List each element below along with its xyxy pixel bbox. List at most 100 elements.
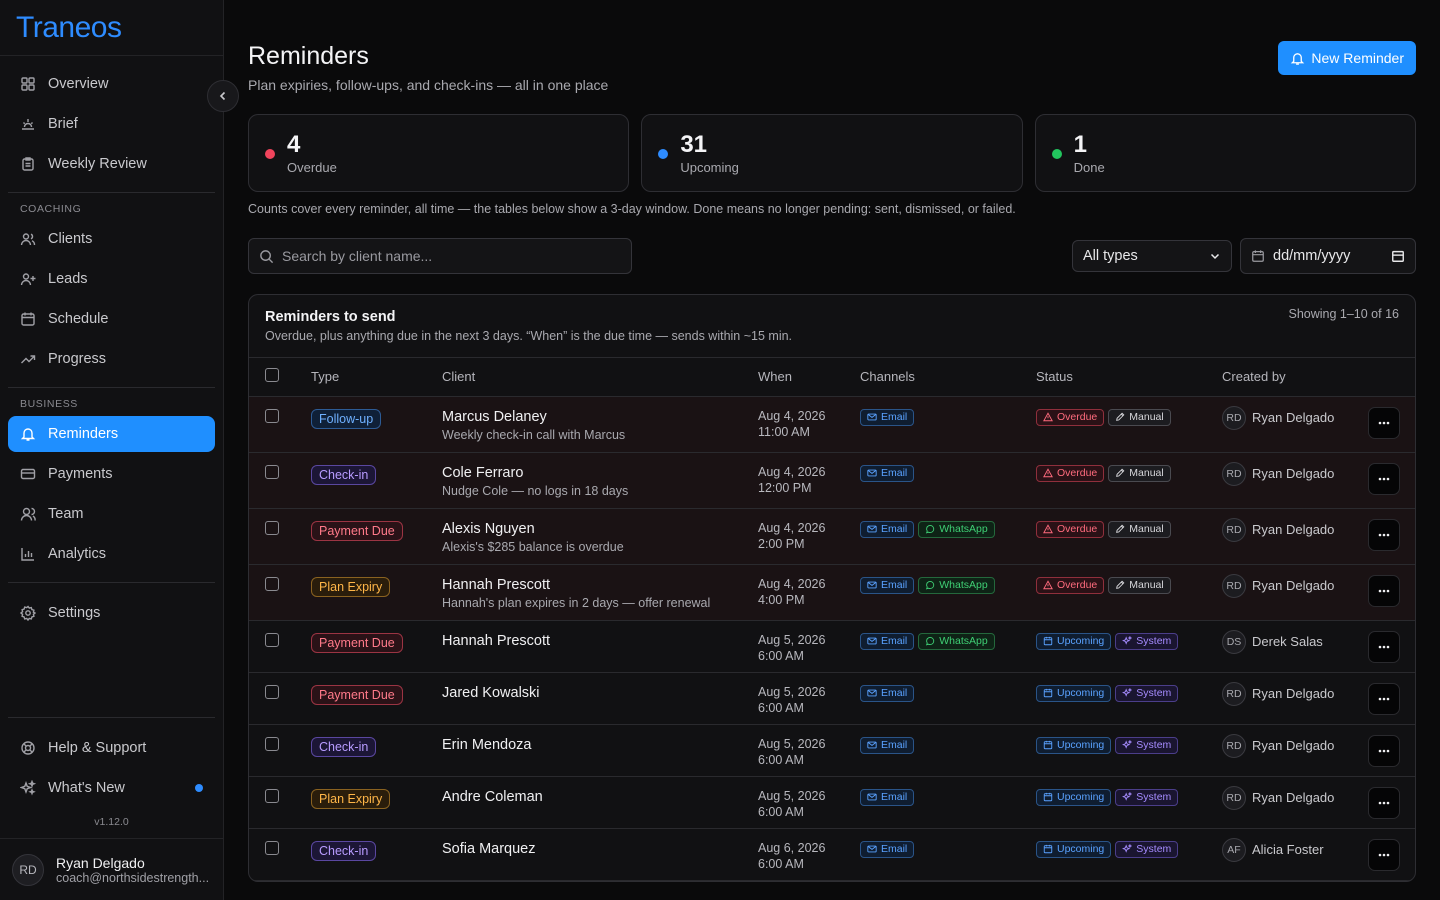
due-date: Aug 4, 2026 <box>758 464 826 479</box>
client-name[interactable]: Andre Coleman <box>442 789 758 805</box>
status-badge: Upcoming <box>1036 840 1112 858</box>
row-checkbox[interactable] <box>265 788 279 803</box>
sidebar-item-analytics[interactable]: Analytics <box>8 536 215 572</box>
row-actions-button[interactable] <box>1368 574 1400 607</box>
client-name[interactable]: Hannah Prescott <box>442 577 758 593</box>
sidebar-item-brief[interactable]: Brief <box>8 106 215 142</box>
channel-chip: Email <box>860 632 915 650</box>
user-profile[interactable]: RD Ryan Delgado coach@northsidestrength.… <box>0 838 223 900</box>
origin-badge: System <box>1115 684 1179 702</box>
mail-icon <box>867 741 877 749</box>
column-header-type[interactable]: Type <box>311 358 442 397</box>
row-actions-button[interactable] <box>1368 462 1400 495</box>
due-time: 6:00 AM <box>758 856 804 871</box>
sidebar-item-help[interactable]: Help & Support <box>8 730 215 766</box>
column-header-created-by[interactable]: Created by <box>1222 358 1368 397</box>
row-checkbox[interactable] <box>265 576 279 591</box>
calendar-clock-icon <box>1043 636 1053 646</box>
sidebar-item-label: Help & Support <box>48 740 147 756</box>
sparkles-icon <box>20 780 36 796</box>
column-header-status[interactable]: Status <box>1036 358 1222 397</box>
table-row[interactable]: Check-in Sofia Marquez Aug 6, 2026 6:00 A… <box>249 828 1415 881</box>
due-time: 6:00 AM <box>758 752 804 767</box>
date-picker-icon[interactable] <box>1391 249 1405 263</box>
row-actions-button[interactable] <box>1368 734 1400 767</box>
pencil-icon <box>1116 524 1125 533</box>
creator-name: Ryan Delgado <box>1252 522 1335 537</box>
table-row[interactable]: Payment Due Hannah Prescott Aug 5, 2026 6… <box>249 620 1415 673</box>
table-row[interactable]: Plan Expiry Andre Coleman Aug 5, 2026 6:0… <box>249 776 1415 829</box>
mail-icon <box>867 581 877 589</box>
avatar: RD <box>1222 733 1246 758</box>
brand-logo[interactable]: Traneos <box>0 0 223 56</box>
row-checkbox[interactable] <box>265 520 279 535</box>
more-horizontal-icon <box>1378 645 1390 648</box>
row-actions-button[interactable] <box>1368 838 1400 871</box>
stat-card-overdue[interactable]: 4 Overdue <box>248 114 630 192</box>
due-time: 11:00 AM <box>758 424 810 439</box>
column-header-client[interactable]: Client <box>442 358 758 397</box>
table-row[interactable]: Payment Due Jared Kowalski Aug 5, 2026 6:… <box>249 672 1415 725</box>
client-name[interactable]: Marcus Delaney <box>442 409 758 425</box>
new-reminder-button[interactable]: New Reminder <box>1278 41 1416 75</box>
row-actions-button[interactable] <box>1368 406 1400 439</box>
table-row[interactable]: Plan Expiry Hannah Prescott Hannah's plan… <box>249 564 1415 621</box>
sidebar-item-clients[interactable]: Clients <box>8 221 215 257</box>
row-checkbox[interactable] <box>265 684 279 699</box>
client-name[interactable]: Sofia Marquez <box>442 841 758 857</box>
mail-icon <box>867 525 877 533</box>
sidebar-item-payments[interactable]: Payments <box>8 456 215 492</box>
due-time: 6:00 AM <box>758 648 804 663</box>
table-row[interactable]: Follow-up Marcus Delaney Weekly check-in … <box>249 396 1415 453</box>
sidebar-item-leads[interactable]: Leads <box>8 261 215 297</box>
table-row[interactable]: Check-in Cole Ferraro Nudge Cole — no log… <box>249 452 1415 509</box>
row-checkbox[interactable] <box>265 632 279 647</box>
sidebar-item-overview[interactable]: Overview <box>8 66 215 102</box>
client-name[interactable]: Cole Ferraro <box>442 465 758 481</box>
due-time: 12:00 PM <box>758 480 812 495</box>
stat-card-done[interactable]: 1 Done <box>1034 114 1416 192</box>
sidebar-item-settings[interactable]: Settings <box>8 595 215 631</box>
status-badge: Overdue <box>1036 520 1105 538</box>
table-row[interactable]: Check-in Erin Mendoza Aug 5, 2026 6:00 AM… <box>249 724 1415 777</box>
search-input[interactable]: Search by client name... <box>248 238 632 274</box>
date-filter-input[interactable]: dd/mm/yyyy <box>1240 238 1416 274</box>
sidebar-item-reminders[interactable]: Reminders <box>8 416 215 452</box>
row-checkbox[interactable] <box>265 736 279 751</box>
reminder-note: Hannah's plan expires in 2 days — offer … <box>442 595 711 610</box>
sidebar-item-weekly-review[interactable]: Weekly Review <box>8 146 215 182</box>
row-actions-button[interactable] <box>1368 630 1400 663</box>
row-checkbox[interactable] <box>265 408 279 423</box>
row-checkbox[interactable] <box>265 840 279 855</box>
sidebar-item-label: Weekly Review <box>48 156 147 172</box>
sidebar-item-schedule[interactable]: Schedule <box>8 301 215 337</box>
sidebar-item-whats-new[interactable]: What's New <box>8 770 215 806</box>
type-badge: Follow-up <box>311 408 382 429</box>
row-checkbox[interactable] <box>265 464 279 479</box>
bell-icon <box>20 426 36 442</box>
client-name[interactable]: Jared Kowalski <box>442 685 758 701</box>
client-name[interactable]: Erin Mendoza <box>442 737 758 753</box>
row-actions-button[interactable] <box>1368 682 1400 715</box>
sidebar-item-label: Team <box>48 506 84 522</box>
sidebar-item-team[interactable]: Team <box>8 496 215 532</box>
more-horizontal-icon <box>1378 801 1390 804</box>
collapse-sidebar-button[interactable] <box>207 80 239 112</box>
main-content: Reminders Plan expiries, follow-ups, and… <box>224 0 1440 900</box>
nav-help: Help & Support What's New <box>0 718 223 812</box>
row-actions-button[interactable] <box>1368 786 1400 819</box>
origin-badge: System <box>1115 788 1179 806</box>
avatar: AF <box>1222 837 1246 862</box>
sidebar-item-progress[interactable]: Progress <box>8 341 215 377</box>
whatsapp-icon <box>926 580 935 590</box>
credit-card-icon <box>20 466 36 482</box>
type-filter-select[interactable]: All types <box>1072 240 1232 272</box>
select-all-checkbox[interactable] <box>265 368 279 383</box>
stat-card-upcoming[interactable]: 31 Upcoming <box>641 114 1023 192</box>
client-name[interactable]: Hannah Prescott <box>442 633 758 649</box>
table-row[interactable]: Payment Due Alexis Nguyen Alexis's $285 b… <box>249 508 1415 565</box>
client-name[interactable]: Alexis Nguyen <box>442 521 758 537</box>
column-header-when[interactable]: When <box>758 358 860 397</box>
calendar-icon <box>20 311 36 327</box>
row-actions-button[interactable] <box>1368 518 1400 551</box>
